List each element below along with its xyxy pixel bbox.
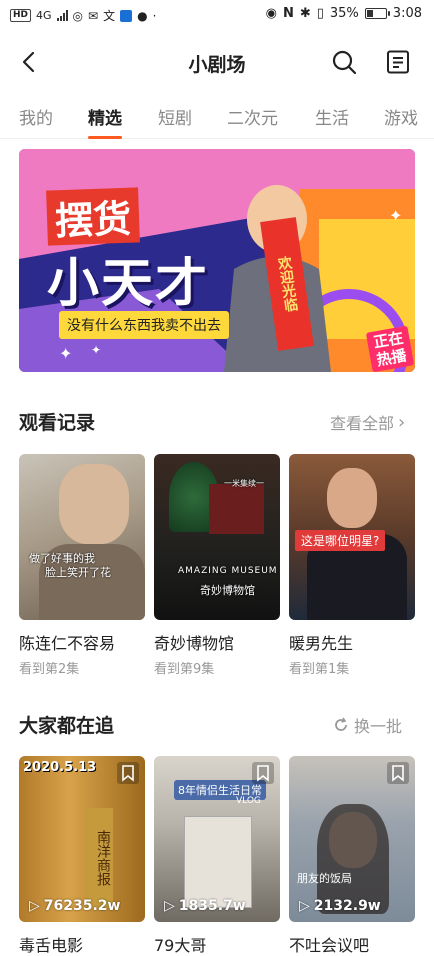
tab-mine[interactable]: 我的 bbox=[19, 104, 53, 129]
bookmark-icon[interactable] bbox=[117, 762, 139, 784]
category-tabs: 我的 精选 短剧 二次元 生活 游戏 bbox=[0, 96, 434, 139]
person-face bbox=[327, 468, 377, 528]
view-count: 76235.2w bbox=[43, 898, 121, 914]
eye-icon: ◉ bbox=[265, 6, 277, 21]
play-count: ▷ 2132.9w bbox=[299, 898, 381, 914]
thumb-sign: 南洋商报 bbox=[85, 808, 113, 908]
active-tab-indicator bbox=[88, 136, 122, 139]
app-notification-icon bbox=[120, 9, 133, 22]
hotspot-icon: ◎ bbox=[72, 8, 84, 23]
tab-games[interactable]: 游戏 bbox=[384, 104, 418, 129]
tab-featured[interactable]: 精选 bbox=[88, 104, 122, 129]
show-title: 79大哥 bbox=[154, 936, 207, 955]
tab-anime[interactable]: 二次元 bbox=[227, 104, 278, 129]
battery-level bbox=[366, 10, 373, 17]
watch-progress: 看到第2集 bbox=[19, 662, 80, 677]
view-count: 1835.7w bbox=[178, 898, 246, 914]
play-icon: ▷ bbox=[299, 898, 310, 914]
show-title: 毒舌电影 bbox=[19, 936, 84, 955]
more-notifications-icon: · bbox=[152, 8, 157, 23]
battery-percent: 35% bbox=[329, 6, 359, 21]
bookmark-icon[interactable] bbox=[252, 762, 274, 784]
signal-icon bbox=[56, 10, 68, 21]
history-thumbnail: 一米集续一 AMAZING MUSEUM 奇妙博物馆 bbox=[154, 454, 280, 620]
svg-text:✦: ✦ bbox=[59, 344, 72, 363]
refresh-label: 换一批 bbox=[354, 717, 403, 736]
show-title: 陈连仁不容易 bbox=[19, 634, 116, 653]
banner-subtitle: 没有什么东西我卖不出去 bbox=[59, 311, 229, 339]
trending-thumbnail: 2020.5.13 南洋商报 ▷ 76235.2w bbox=[19, 756, 145, 922]
thumb-caption-1: AMAZING MUSEUM bbox=[178, 566, 278, 576]
history-thumbnail: 做了好事的我 脸上笑开了花 bbox=[19, 454, 145, 620]
show-title: 不吐会议吧 bbox=[289, 936, 370, 955]
trending-thumbnail: 8年情侣生活日常 VLOG ▷ 1835.7w bbox=[154, 756, 280, 922]
now-playing-tag: 正在 热播 bbox=[365, 325, 415, 372]
play-count: ▷ 76235.2w bbox=[29, 898, 120, 914]
thumb-caption-2: 脸上笑开了花 bbox=[45, 566, 111, 579]
play-icon: ▷ bbox=[164, 898, 175, 914]
show-title: 奇妙博物馆 bbox=[154, 634, 235, 653]
svg-text:✦: ✦ bbox=[389, 206, 402, 225]
watch-progress: 看到第9集 bbox=[154, 662, 215, 677]
thumb-caption-1: 这是哪位明星? bbox=[295, 530, 386, 551]
history-thumbnail: 这是哪位明星? bbox=[289, 454, 415, 620]
play-icon: ▷ bbox=[29, 898, 40, 914]
status-left: HD 4G ◎ ✉ 文 ● · bbox=[10, 7, 156, 24]
thumb-caption-2: VLOG bbox=[236, 796, 261, 806]
history-card[interactable]: 这是哪位明星? 暖男先生 看到第1集 bbox=[289, 454, 415, 677]
page-title: 小剧场 bbox=[188, 54, 246, 76]
status-right: ◉ N ✱ ▯ 35% 3:08 bbox=[266, 6, 422, 21]
watch-history-title: 观看记录 bbox=[19, 412, 96, 434]
doorway bbox=[184, 816, 252, 908]
clock: 3:08 bbox=[392, 6, 422, 21]
featured-banner[interactable]: ✦ ✦ ✦ 摆货 小天才 没有什么东西我卖不出去 欢迎光临 正在 热播 bbox=[19, 149, 415, 372]
trending-card[interactable]: 朋友的饭局 ▷ 2132.9w 不吐会议吧 bbox=[289, 756, 415, 956]
watch-progress: 看到第1集 bbox=[289, 662, 350, 677]
app-header: 小剧场 bbox=[0, 34, 434, 88]
banner-headline-2: 小天才 bbox=[47, 254, 210, 314]
history-card[interactable]: 一米集续一 AMAZING MUSEUM 奇妙博物馆 奇妙博物馆 看到第9集 bbox=[154, 454, 280, 677]
thumb-caption-1: 朋友的饭局 bbox=[297, 872, 352, 885]
trending-card[interactable]: 8年情侣生活日常 VLOG ▷ 1835.7w 79大哥 bbox=[154, 756, 280, 956]
thumb-caption-2: 奇妙博物馆 bbox=[200, 584, 255, 597]
thumb-date: 2020.5.13 bbox=[23, 760, 97, 775]
svg-text:✦: ✦ bbox=[91, 343, 101, 357]
trending-thumbnail: 朋友的饭局 ▷ 2132.9w bbox=[289, 756, 415, 922]
now-playing-line2: 热播 bbox=[375, 346, 408, 370]
nfc-icon: N bbox=[282, 6, 294, 21]
network-type: 4G bbox=[36, 9, 52, 22]
banner-headline-1: 摆货 bbox=[46, 187, 140, 246]
person-face bbox=[59, 464, 129, 544]
status-bar: HD 4G ◎ ✉ 文 ● · ◉ N ✱ ▯ 35% 3:08 bbox=[0, 0, 434, 30]
vibrate-icon: ▯ bbox=[316, 6, 324, 21]
tab-short-drama[interactable]: 短剧 bbox=[158, 104, 192, 129]
view-count: 2132.9w bbox=[313, 898, 381, 914]
translate-icon: 文 bbox=[103, 9, 116, 23]
list-menu-icon[interactable] bbox=[384, 48, 412, 76]
bluetooth-icon: ✱ bbox=[299, 6, 311, 21]
thumb-caption-3: 一米集续一 bbox=[224, 479, 264, 488]
tab-life[interactable]: 生活 bbox=[315, 104, 349, 129]
gift-box bbox=[209, 484, 264, 534]
message-icon: ● bbox=[137, 8, 148, 23]
chevron-right-icon: › bbox=[398, 411, 406, 433]
view-all-label: 查看全部 bbox=[330, 414, 395, 433]
trending-card[interactable]: 2020.5.13 南洋商报 ▷ 76235.2w 毒舌电影 bbox=[19, 756, 145, 956]
view-all-link[interactable]: 查看全部 › bbox=[330, 410, 405, 434]
refresh-icon bbox=[335, 717, 347, 731]
hd-badge: HD bbox=[10, 9, 32, 22]
show-title: 暖男先生 bbox=[289, 634, 354, 653]
wechat-icon: ✉ bbox=[88, 8, 99, 23]
battery-icon bbox=[364, 8, 390, 19]
refresh-button[interactable]: 换一批 bbox=[332, 713, 402, 737]
history-card[interactable]: 做了好事的我 脸上笑开了花 陈连仁不容易 看到第2集 bbox=[19, 454, 145, 677]
trending-title: 大家都在追 bbox=[19, 715, 115, 737]
bookmark-icon[interactable] bbox=[387, 762, 409, 784]
play-count: ▷ 1835.7w bbox=[164, 898, 246, 914]
search-icon[interactable] bbox=[330, 48, 358, 76]
